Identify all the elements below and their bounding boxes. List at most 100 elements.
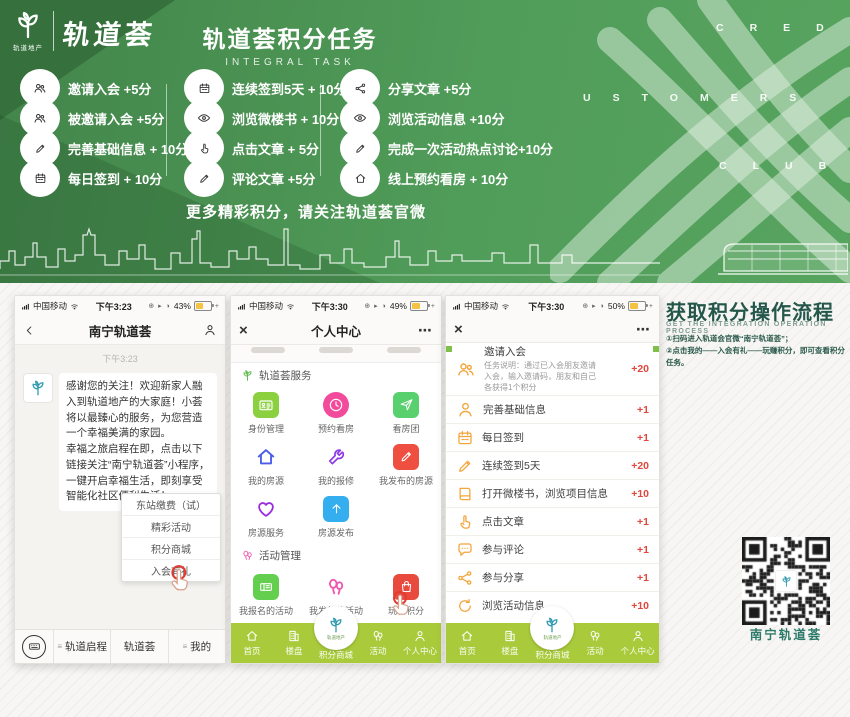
signal-icon bbox=[237, 302, 246, 311]
hand-cursor-icon bbox=[165, 563, 199, 597]
task-item: 浏览活动信息 +10分 bbox=[340, 106, 553, 130]
watermark-text-row3: CLUB bbox=[719, 160, 850, 172]
section-header-service: 轨道荟服务 bbox=[231, 363, 441, 387]
tab-buildings[interactable]: 楼盘 bbox=[273, 623, 315, 663]
activity-item-registered[interactable]: 我报名的活动 bbox=[231, 567, 301, 623]
watermark-text-row1: CRED bbox=[716, 22, 850, 34]
task-desc: 任务说明：通过已入会朋友邀请入会，输入邀请码，朋友和自己各获得1个积分 bbox=[484, 361, 602, 393]
back-button[interactable] bbox=[23, 324, 36, 337]
tab-activity[interactable]: 活动 bbox=[357, 623, 399, 663]
tab-points-mall[interactable]: 轨道地产 积分商城 bbox=[315, 623, 357, 663]
grid-item-label: 房源发布 bbox=[318, 526, 354, 539]
menu-icon: ≡ bbox=[182, 642, 187, 651]
task-row[interactable]: 点击文章+1 bbox=[446, 507, 659, 535]
brand-divider bbox=[53, 11, 54, 51]
contact-icon[interactable] bbox=[203, 323, 217, 337]
grid-item-label: 房源服务 bbox=[248, 526, 284, 539]
grid-item-repair[interactable]: 我的报修 bbox=[301, 439, 371, 491]
tab-label: 楼盘 bbox=[501, 645, 518, 657]
task-points: +1 bbox=[637, 572, 649, 584]
tab-activity[interactable]: 活动 bbox=[574, 623, 617, 663]
toolbar-tab-label: 我的 bbox=[190, 639, 211, 654]
toolbar-tab[interactable]: ≡我的 bbox=[168, 630, 225, 663]
menu-item[interactable]: 精彩活动 bbox=[122, 515, 220, 537]
selection-marker bbox=[446, 346, 452, 352]
section-title: 活动管理 bbox=[259, 548, 301, 563]
share-icon bbox=[456, 569, 474, 587]
house-icon bbox=[253, 444, 279, 470]
clipped-row bbox=[231, 345, 441, 363]
tab-personal[interactable]: 个人中心 bbox=[399, 623, 441, 663]
menu-item[interactable]: 积分商城 bbox=[122, 537, 220, 559]
task-row[interactable]: 邀请入会任务说明：通过已入会朋友邀请入会，输入邀请码，朋友和自己各获得1个积分+… bbox=[446, 343, 659, 395]
pencil-icon bbox=[184, 159, 224, 197]
wifi-icon bbox=[70, 302, 79, 311]
menu-item[interactable]: 东站缴费（试） bbox=[122, 494, 220, 515]
status-time: 下午3:30 bbox=[312, 300, 348, 313]
brand-icon-box: 轨道地产 bbox=[12, 9, 44, 52]
status-time: 下午3:30 bbox=[528, 300, 564, 313]
task-points: +10 bbox=[631, 600, 649, 612]
toolbar-tab[interactable]: 轨道荟 bbox=[110, 630, 167, 663]
center-logo-text: 轨道地产 bbox=[327, 635, 345, 641]
task-label: 被邀请入会 +5分 bbox=[68, 109, 164, 128]
panel-steps: ①扫码进入轨道会官微“南宁轨道荟”； ②点击我的——入会有礼——玩赚积分，即可查… bbox=[666, 333, 850, 369]
tab-points-mall[interactable]: 轨道地产 积分商城 bbox=[531, 623, 574, 663]
tab-label: 活动 bbox=[587, 645, 604, 657]
tab-buildings[interactable]: 楼盘 bbox=[489, 623, 532, 663]
task-row[interactable]: 参与分享+1 bbox=[446, 563, 659, 591]
nav-bar: × 个人中心 ⋯ bbox=[231, 316, 441, 345]
task-name: 浏览活动信息 bbox=[482, 598, 545, 613]
grid-item-publish[interactable]: 房源发布 bbox=[301, 491, 371, 543]
close-icon[interactable]: × bbox=[239, 322, 248, 339]
page-title: 个人中心 bbox=[231, 321, 441, 340]
ticket-icon bbox=[253, 574, 279, 600]
tab-home[interactable]: 首页 bbox=[231, 623, 273, 663]
grid-item-identity[interactable]: 身份管理 bbox=[231, 387, 301, 439]
nav-bar: 南宁轨道荟 bbox=[15, 316, 225, 345]
grid-item-booking[interactable]: 预约看房 bbox=[301, 387, 371, 439]
close-icon[interactable]: × bbox=[454, 321, 463, 338]
task-row[interactable]: 每日签到+1 bbox=[446, 423, 659, 451]
section-header-activity: 活动管理 bbox=[231, 543, 441, 567]
task-item: 连续签到5天 + 10分 bbox=[184, 76, 347, 100]
phone-screenshot-personal-center: 中国移动 下午3:30 ⊕ ▸ ◑49%+ × 个人中心 ⋯ 轨道荟服务 身份管… bbox=[230, 295, 442, 664]
tab-personal[interactable]: 个人中心 bbox=[616, 623, 659, 663]
task-row[interactable]: 连续签到5天+20 bbox=[446, 451, 659, 479]
task-name: 邀请入会 bbox=[484, 344, 602, 359]
task-row[interactable]: 完善基础信息+1 bbox=[446, 395, 659, 423]
toolbar-tab[interactable]: ≡轨道启程 bbox=[54, 630, 110, 663]
avatar bbox=[23, 373, 53, 403]
more-icon[interactable]: ⋯ bbox=[636, 321, 651, 338]
keyboard-toggle[interactable] bbox=[15, 630, 54, 663]
grid-item-label: 我的房源 bbox=[248, 474, 284, 487]
arrow-up-icon bbox=[323, 496, 349, 522]
grid-item-label: 看房团 bbox=[392, 422, 419, 435]
grid-item-service[interactable]: 房源服务 bbox=[231, 491, 301, 543]
grid-item-label: 我的报修 bbox=[318, 474, 354, 487]
panel-step-1: ①扫码进入轨道会官微“南宁轨道荟”； bbox=[666, 333, 850, 345]
brand-script: 轨道荟 bbox=[61, 13, 158, 52]
grid-item-tour[interactable]: 看房团 bbox=[371, 387, 441, 439]
watermark-text-row2: USTOMERS bbox=[583, 92, 818, 104]
status-misc-icons: ⊕ ▸ ◑ bbox=[582, 302, 605, 310]
task-label: 每日签到 + 10分 bbox=[68, 169, 162, 188]
carrier: 中国移动 bbox=[249, 300, 283, 312]
banner-title-block: 轨道荟积分任务 INTEGRAL TASK bbox=[170, 20, 410, 68]
chat-area: 下午3:23 感谢您的关注！欢迎新家人融入到轨道地产的大家庭！小荟将以最臻心的服… bbox=[15, 345, 225, 630]
task-row[interactable]: 打开微楼书，浏览项目信息+10 bbox=[446, 479, 659, 507]
battery-percent: 49% bbox=[390, 301, 407, 311]
status-time: 下午3:23 bbox=[96, 300, 132, 313]
task-row[interactable]: 参与评论+1 bbox=[446, 535, 659, 563]
plant-logo-icon bbox=[327, 616, 345, 634]
book-icon bbox=[456, 485, 474, 503]
refresh-icon bbox=[456, 597, 474, 615]
grid-item-my-listings[interactable]: 我的房源 bbox=[231, 439, 301, 491]
more-icon[interactable]: ⋯ bbox=[418, 322, 433, 339]
tab-home[interactable]: 首页 bbox=[446, 623, 489, 663]
task-item: 点击文章 + 5分 bbox=[184, 136, 347, 160]
grid-item-published[interactable]: 我发布的房源 bbox=[371, 439, 441, 491]
selection-marker bbox=[653, 346, 659, 352]
status-bar: 中国移动 下午3:30 ⊕ ▸ ◑50%+ bbox=[446, 296, 659, 316]
tab-label: 积分商城 bbox=[319, 649, 353, 661]
